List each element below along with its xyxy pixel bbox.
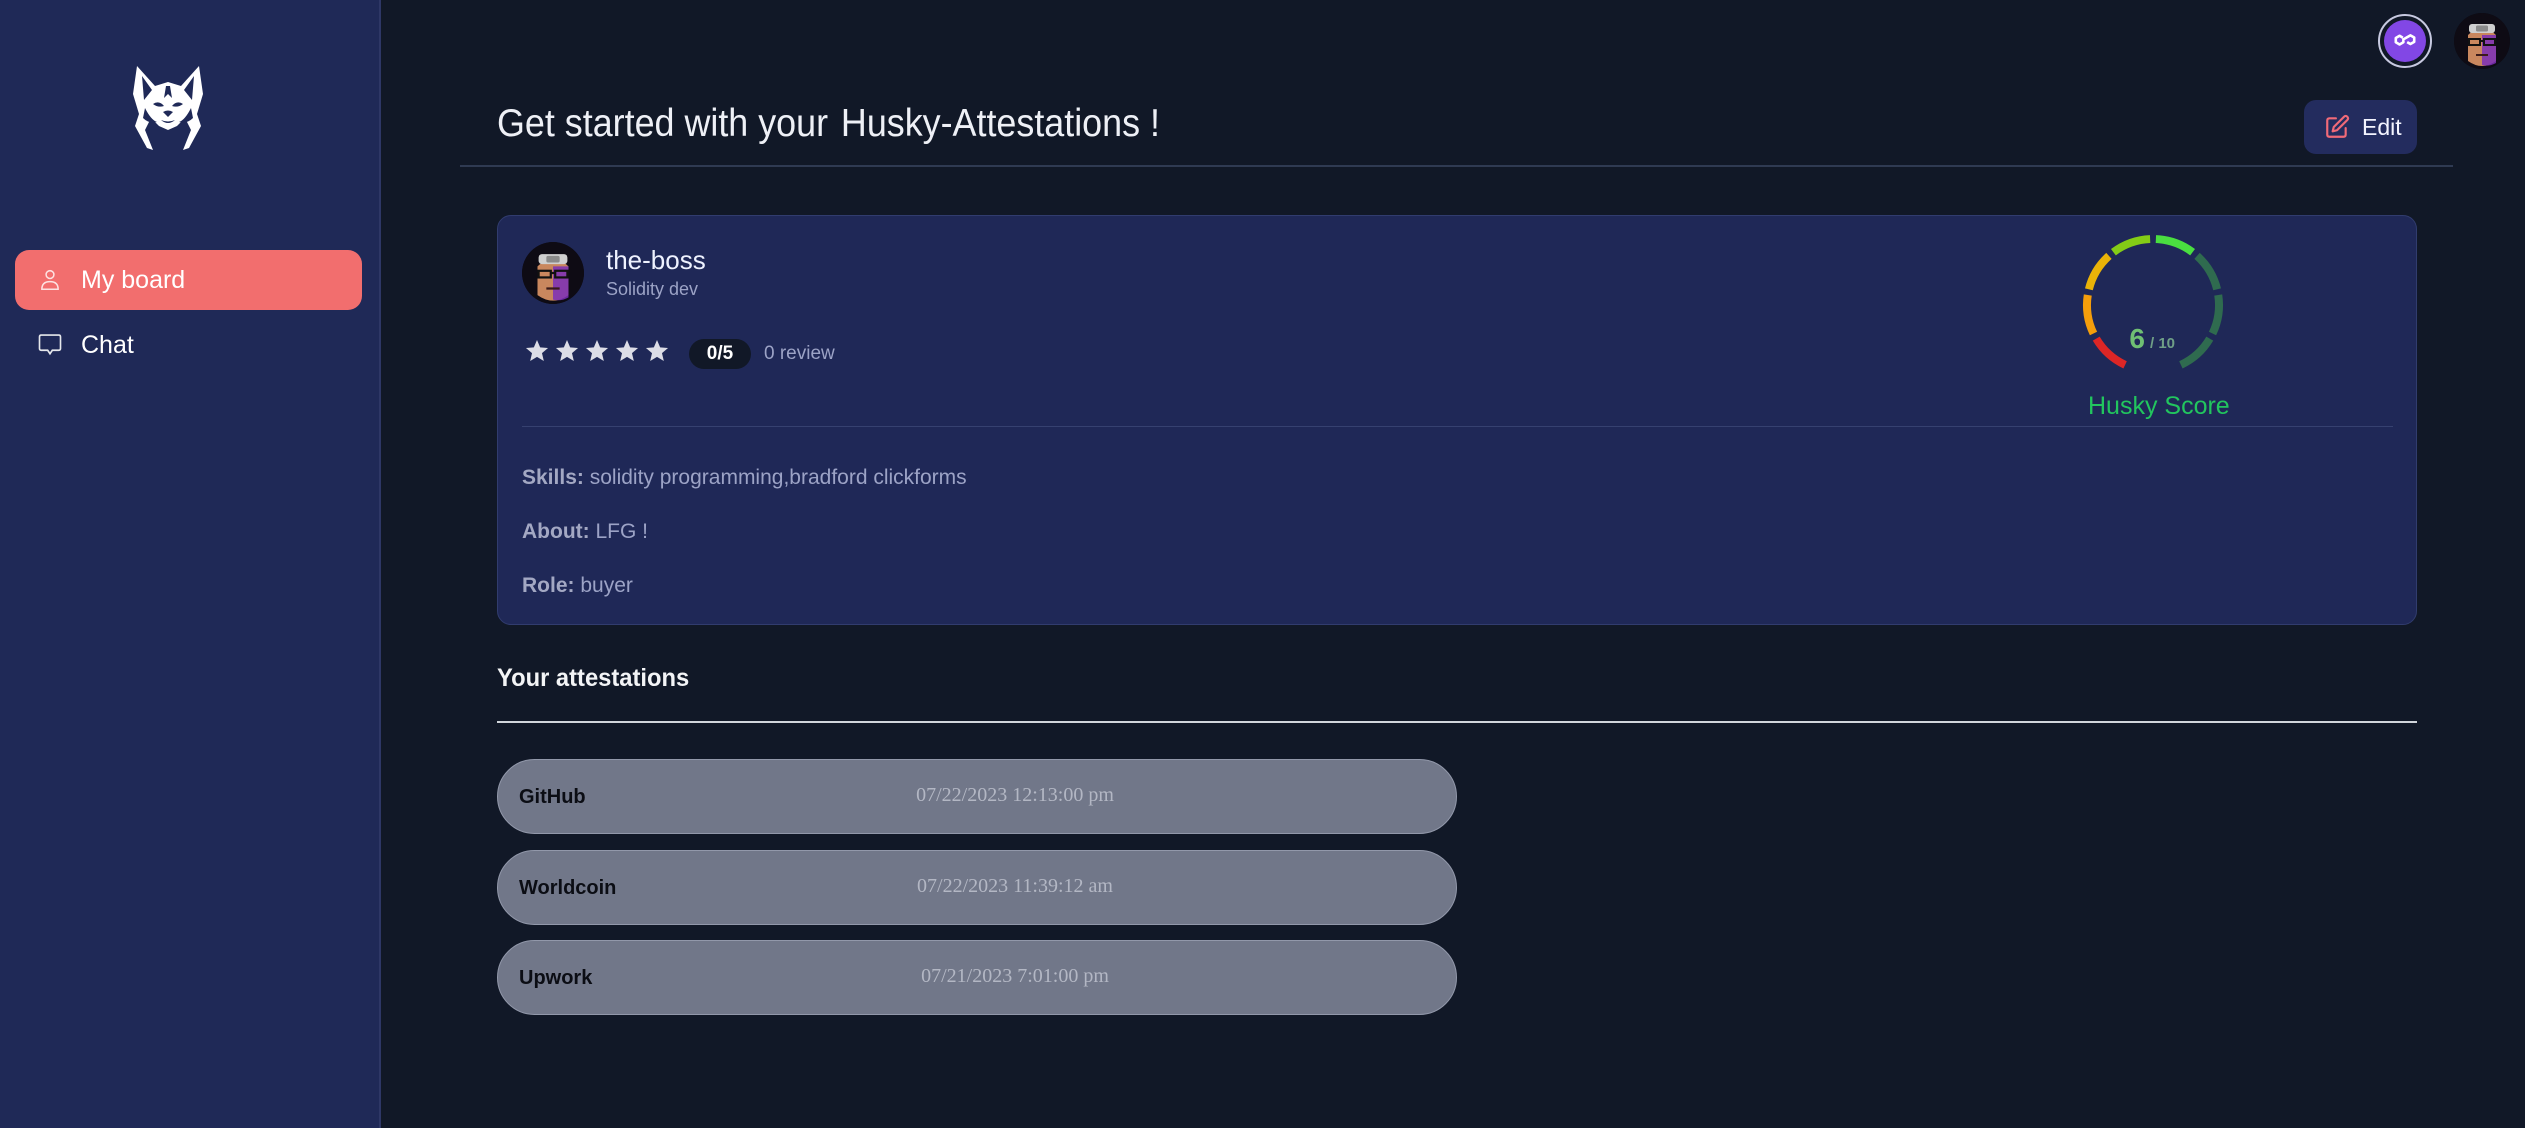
attestation-item-upwork[interactable]: Upwork 07/21/2023 7:01:00 pm bbox=[497, 940, 1457, 1015]
sidebar: My board Chat bbox=[0, 0, 381, 1128]
star-icon[interactable] bbox=[554, 338, 580, 364]
user-avatar[interactable] bbox=[2454, 13, 2510, 69]
attestation-date: 07/22/2023 11:39:12 am bbox=[917, 875, 1113, 897]
gauge-segment-inactive bbox=[2208, 294, 2223, 336]
page-title: Get started with your Husky-Attestations … bbox=[497, 102, 1160, 146]
skills-row: Skills: solidity programming,bradford cl… bbox=[522, 466, 967, 490]
attestation-item-worldcoin[interactable]: Worldcoin 07/22/2023 11:39:12 am bbox=[497, 850, 1457, 925]
rating-stars[interactable] bbox=[524, 338, 670, 364]
page-title-highlight: Husky-Attestations ! bbox=[840, 102, 1160, 145]
husky-score-label: Husky Score bbox=[2088, 392, 2230, 420]
edit-button[interactable]: Edit bbox=[2304, 100, 2417, 154]
role-row: Role: buyer bbox=[522, 574, 633, 598]
page-title-prefix: Get started with your bbox=[497, 102, 829, 145]
husky-score-gauge: 6 / 10 bbox=[2083, 235, 2223, 369]
edit-button-label: Edit bbox=[2362, 113, 2402, 140]
edit-pencil-icon bbox=[2324, 114, 2350, 140]
score-max: / 10 bbox=[2150, 335, 2175, 352]
role-value: buyer bbox=[580, 574, 633, 597]
gauge-segment-inactive bbox=[2194, 252, 2221, 291]
gauge-segment-active bbox=[2111, 235, 2151, 256]
sidebar-item-label: Chat bbox=[81, 330, 134, 359]
star-icon[interactable] bbox=[524, 338, 550, 364]
gauge-segment-active bbox=[2092, 336, 2127, 369]
gauge-segment-active bbox=[2155, 235, 2195, 256]
husky-logo-icon[interactable] bbox=[131, 64, 205, 154]
attestation-item-github[interactable]: GitHub 07/22/2023 12:13:00 pm bbox=[497, 759, 1457, 834]
header-divider bbox=[460, 165, 2453, 167]
profile-card: the-boss Solidity dev 0/5 0 review 6 / 1… bbox=[497, 215, 2417, 625]
gauge-segment-active bbox=[2085, 252, 2112, 291]
card-divider bbox=[522, 426, 2393, 427]
profile-title: Solidity dev bbox=[606, 279, 699, 299]
gauge-segment-active bbox=[2083, 294, 2098, 336]
attestation-date: 07/21/2023 7:01:00 pm bbox=[921, 965, 1109, 987]
skills-label: Skills: bbox=[522, 466, 584, 489]
about-label: About: bbox=[522, 520, 590, 543]
about-value: LFG ! bbox=[595, 520, 648, 543]
about-row: About: LFG ! bbox=[522, 520, 648, 544]
sidebar-item-chat[interactable]: Chat bbox=[15, 315, 362, 375]
profile-avatar bbox=[522, 242, 584, 304]
attestations-title: Your attestations bbox=[497, 664, 690, 692]
star-icon[interactable] bbox=[614, 338, 640, 364]
review-count: 0 review bbox=[764, 343, 835, 364]
skills-value: solidity programming,bradford clickforms bbox=[589, 466, 967, 489]
star-icon[interactable] bbox=[584, 338, 610, 364]
chat-bubble-icon bbox=[35, 330, 65, 360]
attestation-date: 07/22/2023 12:13:00 pm bbox=[916, 784, 1114, 806]
rating-badge: 0/5 bbox=[689, 339, 751, 369]
sidebar-item-label: My board bbox=[81, 265, 186, 294]
score-value: 6 bbox=[2129, 323, 2145, 354]
user-icon bbox=[35, 265, 65, 295]
polygon-network-icon[interactable] bbox=[2378, 14, 2432, 68]
attestations-divider bbox=[497, 721, 2417, 723]
gauge-segment-inactive bbox=[2179, 336, 2214, 369]
sidebar-item-my-board[interactable]: My board bbox=[15, 250, 362, 310]
profile-name: the-boss bbox=[606, 245, 706, 275]
star-icon[interactable] bbox=[644, 338, 670, 364]
role-label: Role: bbox=[522, 574, 575, 597]
